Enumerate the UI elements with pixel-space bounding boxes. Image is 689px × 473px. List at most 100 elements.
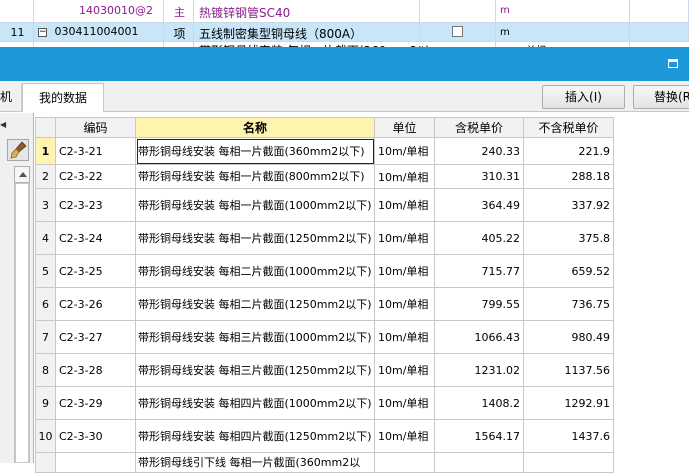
row-unit[interactable]: 10m/单相 <box>374 254 435 288</box>
row-name[interactable]: 带形铜母线安装 每相三片截面(1000mm2以下) <box>135 320 375 354</box>
header-code[interactable]: 编码 <box>55 117 136 138</box>
row-code[interactable]: C2-3-21 <box>55 137 136 165</box>
row-unit[interactable]: 10m/单相 <box>374 419 435 453</box>
row-code[interactable]: C2-3-29 <box>55 386 136 420</box>
row-number: 4 <box>35 221 56 255</box>
row-unit[interactable]: 10m/单相 <box>374 353 435 387</box>
row-tax-price[interactable]: 1231.02 <box>434 353 524 387</box>
row-tax-price[interactable]: 715.77 <box>434 254 524 288</box>
tab-my-data[interactable]: 我的数据 <box>22 83 104 112</box>
row-name[interactable]: 带形铜母线安装 每相二片截面(1250mm2以下) <box>135 287 375 321</box>
row-code[interactable]: C2-3-22 <box>55 164 136 189</box>
row-tax-price[interactable]: 364.49 <box>434 188 524 222</box>
row-code[interactable]: C2-3-25 <box>55 254 136 288</box>
scroll-up-icon[interactable] <box>14 166 30 183</box>
table-row[interactable]: 10 C2-3-30 带形铜母线安装 每相四片截面(1250mm2以下) 10m… <box>35 419 614 453</box>
item-extra <box>630 23 689 41</box>
row-name[interactable]: 带形铜母线安装 每相四片截面(1000mm2以下) <box>135 386 375 420</box>
row-unit[interactable]: 10m/单相 <box>374 386 435 420</box>
header-tax-price[interactable]: 含税单价 <box>434 117 524 138</box>
collapse-arrow-icon[interactable]: ◀ <box>0 120 6 129</box>
row-name[interactable]: 带形铜母线安装 每相一片截面(360mm2以下) <box>135 137 375 165</box>
checkbox-icon[interactable] <box>452 26 463 37</box>
row-notax-price[interactable]: 1292.91 <box>523 386 614 420</box>
row-notax-price[interactable]: 659.52 <box>523 254 614 288</box>
item-unit: m <box>496 23 630 41</box>
row-notax-price[interactable]: 375.8 <box>523 221 614 255</box>
table-row[interactable]: 8 C2-3-28 带形铜母线安装 每相三片截面(1250mm2以下) 10m/… <box>35 353 614 387</box>
background-row-selected[interactable]: 11 − 030411004001 项 五线制密集型铜母线（800A） m <box>0 23 689 42</box>
replace-button[interactable]: 替换(R <box>633 85 689 109</box>
header-rownum <box>35 117 56 138</box>
row-code[interactable]: C2-3-27 <box>55 320 136 354</box>
table-header-row: 编码 名称 单位 含税单价 不含税单价 <box>35 117 614 138</box>
insert-button[interactable]: 插入(I) <box>542 85 625 109</box>
row-number: 6 <box>35 287 56 321</box>
quota-table: 编码 名称 单位 含税单价 不含税单价 1 C2-3-21 带形铜母线安装 每相… <box>35 117 614 473</box>
table-row[interactable]: 9 C2-3-29 带形铜母线安装 每相四片截面(1000mm2以下) 10m/… <box>35 386 614 420</box>
row-number: 10 <box>35 419 56 453</box>
table-row[interactable]: 5 C2-3-25 带形铜母线安装 每相二片截面(1000mm2以下) 10m/… <box>35 254 614 288</box>
row-number: 3 <box>35 188 56 222</box>
row-notax-price[interactable]: 736.75 <box>523 287 614 321</box>
row-number: 5 <box>35 254 56 288</box>
row-name[interactable]: 带形铜母线安装 每相三片截面(1250mm2以下) <box>135 353 375 387</box>
row-notax-price[interactable]: 221.9 <box>523 137 614 165</box>
row-name[interactable]: 带形铜母线安装 每相一片截面(1250mm2以下) <box>135 221 375 255</box>
tab-machine[interactable]: 机 <box>0 83 22 112</box>
row-unit[interactable]: 10m/单相 <box>374 137 435 165</box>
header-unit[interactable]: 单位 <box>374 117 435 138</box>
row-unit[interactable]: 10m/单相 <box>374 221 435 255</box>
table-row[interactable]: 1 C2-3-21 带形铜母线安装 每相一片截面(360mm2以下) 10m/单… <box>35 137 614 165</box>
row-code[interactable]: C2-3-30 <box>55 419 136 453</box>
item-name: 五线制密集型铜母线（800A） <box>194 23 420 41</box>
item-name: 热镀锌钢管SC40 <box>194 0 420 22</box>
background-row-material[interactable]: 14030010@2 主 热镀锌钢管SC40 m <box>0 0 689 23</box>
row-tax-price[interactable]: 405.22 <box>434 221 524 255</box>
row-unit[interactable]: 10m/单相 <box>374 287 435 321</box>
row-number <box>0 0 34 22</box>
row-code[interactable]: C2-3-23 <box>55 188 136 222</box>
row-tax-price[interactable]: 240.33 <box>434 137 524 165</box>
maximize-icon[interactable] <box>668 59 678 68</box>
table-row[interactable]: 6 C2-3-26 带形铜母线安装 每相二片截面(1250mm2以下) 10m/… <box>35 287 614 321</box>
table-row[interactable]: 2 C2-3-22 带形铜母线安装 每相一片截面(800mm2以下) 10m/单… <box>35 164 614 189</box>
background-grid: 14030010@2 主 热镀锌钢管SC40 m 11 − 0304110040… <box>0 0 689 54</box>
row-tax-price[interactable]: 799.55 <box>434 287 524 321</box>
row-code[interactable]: C2-3-28 <box>55 353 136 387</box>
row-tax-price[interactable]: 1408.2 <box>434 386 524 420</box>
row-tax-price[interactable]: 310.31 <box>434 164 524 189</box>
row-number: 7 <box>35 320 56 354</box>
item-extra <box>630 0 689 22</box>
table-row[interactable]: 3 C2-3-23 带形铜母线安装 每相一片截面(1000mm2以下) 10m/… <box>35 188 614 222</box>
row-tax-price[interactable]: 1066.43 <box>434 320 524 354</box>
table-row[interactable]: 4 C2-3-24 带形铜母线安装 每相一片截面(1250mm2以下) 10m/… <box>35 221 614 255</box>
brush-button[interactable] <box>7 139 29 161</box>
row-notax-price[interactable]: 1137.56 <box>523 353 614 387</box>
row-number: 11 <box>0 23 34 41</box>
scrollbar-thumb[interactable] <box>15 183 29 463</box>
row-name[interactable]: 带形铜母线安装 每相二片截面(1000mm2以下) <box>135 254 375 288</box>
item-code-cell: − 030411004001 <box>34 23 164 41</box>
header-name[interactable]: 名称 <box>135 117 375 138</box>
row-name[interactable]: 带形铜母线安装 每相四片截面(1250mm2以下) <box>135 419 375 453</box>
row-name[interactable]: 带形铜母线安装 每相一片截面(1000mm2以下) <box>135 188 375 222</box>
item-check <box>420 0 496 22</box>
table-row[interactable]: 7 C2-3-27 带形铜母线安装 每相三片截面(1000mm2以下) 10m/… <box>35 320 614 354</box>
row-code[interactable]: C2-3-26 <box>55 287 136 321</box>
row-unit[interactable]: 10m/单相 <box>374 320 435 354</box>
collapse-box-icon[interactable]: − <box>38 27 47 37</box>
item-code: 030411004001 <box>54 25 139 38</box>
header-notax-price[interactable]: 不含税单价 <box>523 117 614 138</box>
dialog-title-bar[interactable] <box>0 47 689 81</box>
row-name[interactable]: 带形铜母线安装 每相一片截面(800mm2以下) <box>135 164 375 189</box>
row-tax-price[interactable]: 1564.17 <box>434 419 524 453</box>
row-unit[interactable]: 10m/单相 <box>374 188 435 222</box>
row-unit[interactable]: 10m/单相 <box>374 164 435 189</box>
row-code[interactable]: C2-3-24 <box>55 221 136 255</box>
row-notax-price[interactable]: 337.92 <box>523 188 614 222</box>
row-number: 1 <box>35 137 56 165</box>
row-notax-price[interactable]: 288.18 <box>523 164 614 189</box>
row-notax-price[interactable]: 1437.6 <box>523 419 614 453</box>
row-notax-price[interactable]: 980.49 <box>523 320 614 354</box>
